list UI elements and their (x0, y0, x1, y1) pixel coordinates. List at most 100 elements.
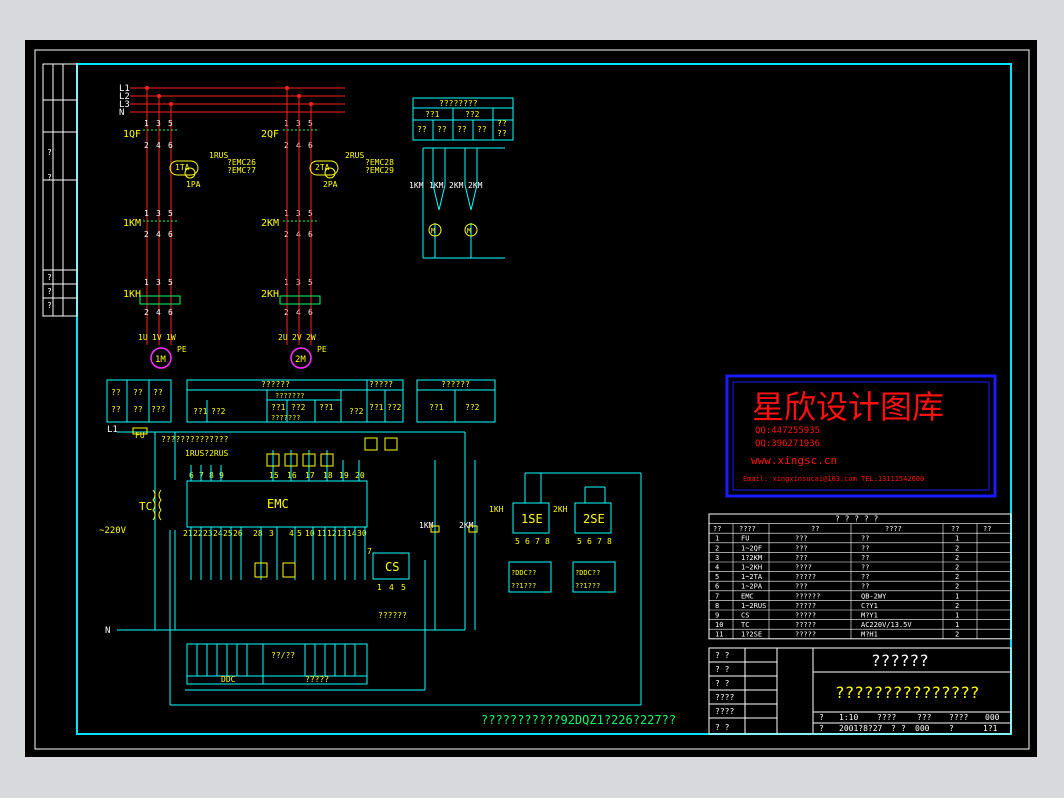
box-a-c1: ?? (111, 388, 121, 397)
phase-n: N (119, 108, 124, 118)
svg-text:6: 6 (525, 537, 530, 546)
parts-cell: ?????? (795, 592, 820, 600)
parts-cell: 2 (955, 554, 959, 562)
control-k3: 2KM (449, 181, 464, 190)
footer-caption: ???????????92DQZ1?226?227?? (481, 713, 676, 727)
svg-text:? ?: ? ? (715, 723, 730, 732)
parts-header-cell: ?? (983, 525, 991, 533)
control-k4: 2KM (468, 181, 483, 190)
ddc-label2: ??/?? (271, 651, 295, 660)
left-strip-label-1: ? (47, 148, 52, 157)
parts-cell: 11 (715, 631, 723, 639)
svg-text:15: 15 (269, 471, 279, 480)
parts-cell: 10 (715, 621, 723, 629)
tc-label: TC (139, 500, 152, 513)
parts-cell: ????? (795, 573, 816, 581)
parts-cell: ????? (795, 621, 816, 629)
parts-cell: 1 (955, 612, 959, 620)
parts-cell: ??? (795, 544, 808, 552)
parts-cell: 2 (955, 573, 959, 581)
breaker-2-label: 2QF (261, 129, 279, 140)
pa-2-label: 2PA (323, 180, 338, 189)
parts-cell: QB-2WY (861, 592, 887, 600)
svg-text:3: 3 (156, 119, 161, 128)
parts-cell: 2 (955, 602, 959, 610)
svg-text:19: 19 (339, 471, 349, 480)
svg-text:7: 7 (597, 537, 602, 546)
drawing-canvas[interactable]: ? ? ? ? ? L1 L2 L3 N 1QF 1KM 1KH 1TA 1PA (25, 40, 1037, 757)
km1-coil-label: 1KM (419, 521, 434, 530)
parts-cell: ?? (861, 535, 869, 543)
se2-label: 2SE (583, 512, 605, 526)
term-1w: 1W (166, 333, 176, 342)
control-motor-diagram (422, 147, 505, 259)
box-b-c3: ??1 (271, 403, 286, 412)
parts-cell: 7 (715, 592, 719, 600)
svg-text:8: 8 (607, 537, 612, 546)
left-strip-label-5: ? (47, 301, 52, 310)
parts-cell: 1 (955, 621, 959, 629)
parts-table: ? ? ? ? ??????????????? ??1 FU????? 12 1~2QF… (708, 513, 1012, 640)
watermark-site: www.xingsc.cn (751, 454, 837, 467)
svg-text:5: 5 (297, 529, 302, 538)
top-table-r3: ?? (457, 125, 467, 134)
svg-text:4: 4 (156, 141, 161, 150)
top-table-header: ???????? (439, 99, 478, 108)
svg-text:3: 3 (156, 278, 161, 287)
box-a-r1: ?? (111, 405, 121, 414)
box-a (106, 379, 172, 423)
parts-cell: TC (741, 621, 749, 629)
parts-header-cell: ?? (951, 525, 959, 533)
control-k2: 1KM (429, 181, 444, 190)
svg-text:4: 4 (289, 529, 294, 538)
svg-text:6: 6 (587, 537, 592, 546)
parts-cell: EMC (741, 592, 754, 600)
ddc1-code: ??1??? (511, 582, 536, 590)
watermark-qq1: QQ:447255935 (755, 426, 820, 436)
se1-label: 1SE (521, 512, 543, 526)
parts-cell: 2 (955, 631, 959, 639)
parts-cell: 9 (715, 612, 719, 620)
relay-2-label: 2KH (261, 289, 279, 300)
svg-text:?: ? (949, 724, 954, 733)
term-1u: 1U (138, 333, 148, 342)
top-table-r1: ?? (417, 125, 427, 134)
box-b-c5: ??1 (319, 403, 334, 412)
box-a-r2: ?? (133, 405, 143, 414)
cs-bottom-label: ?????? (378, 611, 407, 620)
parts-cell: 1 (715, 535, 719, 543)
box-a-r3: ??? (151, 405, 166, 414)
parts-cell: 8 (715, 602, 719, 610)
watermark-title: 星欣设计图库 (752, 388, 944, 426)
svg-text:? ?: ? ? (715, 665, 730, 674)
left-strip-label-3: ? (47, 273, 52, 282)
parts-cell: ???? (795, 564, 812, 572)
parts-cell: M?H1 (861, 631, 878, 639)
rus-2-label: 2RUS (345, 151, 364, 160)
parts-cell: ??? (795, 535, 808, 543)
kh1-label: 1KH (489, 505, 504, 514)
control-motor-2-label: M (467, 227, 471, 235)
term-1v: 1V (152, 333, 162, 342)
cs-num-5: 5 (401, 583, 406, 592)
kh2-label: 2KH (553, 505, 568, 514)
box-b-sub1: ??????? (275, 392, 305, 400)
ta-2-label: 2TA (315, 163, 330, 172)
emc-2b-label: ?EMC29 (365, 166, 394, 175)
ddc-label: DDC (221, 675, 236, 684)
parts-cell: 2 (955, 564, 959, 572)
svg-text:4: 4 (156, 308, 161, 317)
rus-1-label: 1RUS (209, 151, 228, 160)
box-b-c1: ??1 (193, 407, 208, 416)
parts-cell: ??? (795, 554, 808, 562)
contactor-2-label: 2KM (261, 218, 279, 229)
svg-text:18: 18 (323, 471, 333, 480)
rus-label: 1RUS?2RUS (185, 449, 229, 458)
term-2w: 2W (306, 333, 316, 342)
ddc1-label: ?DDC?? (511, 569, 536, 577)
watermark-contact: Email: xingxinsucai@163.com TEL:13111542… (743, 475, 924, 483)
svg-text:???: ??? (917, 713, 932, 722)
watermark-qq2: QQ:396271936 (755, 439, 820, 449)
parts-header-cell: ???? (885, 525, 902, 533)
svg-text:000: 000 (915, 724, 930, 733)
